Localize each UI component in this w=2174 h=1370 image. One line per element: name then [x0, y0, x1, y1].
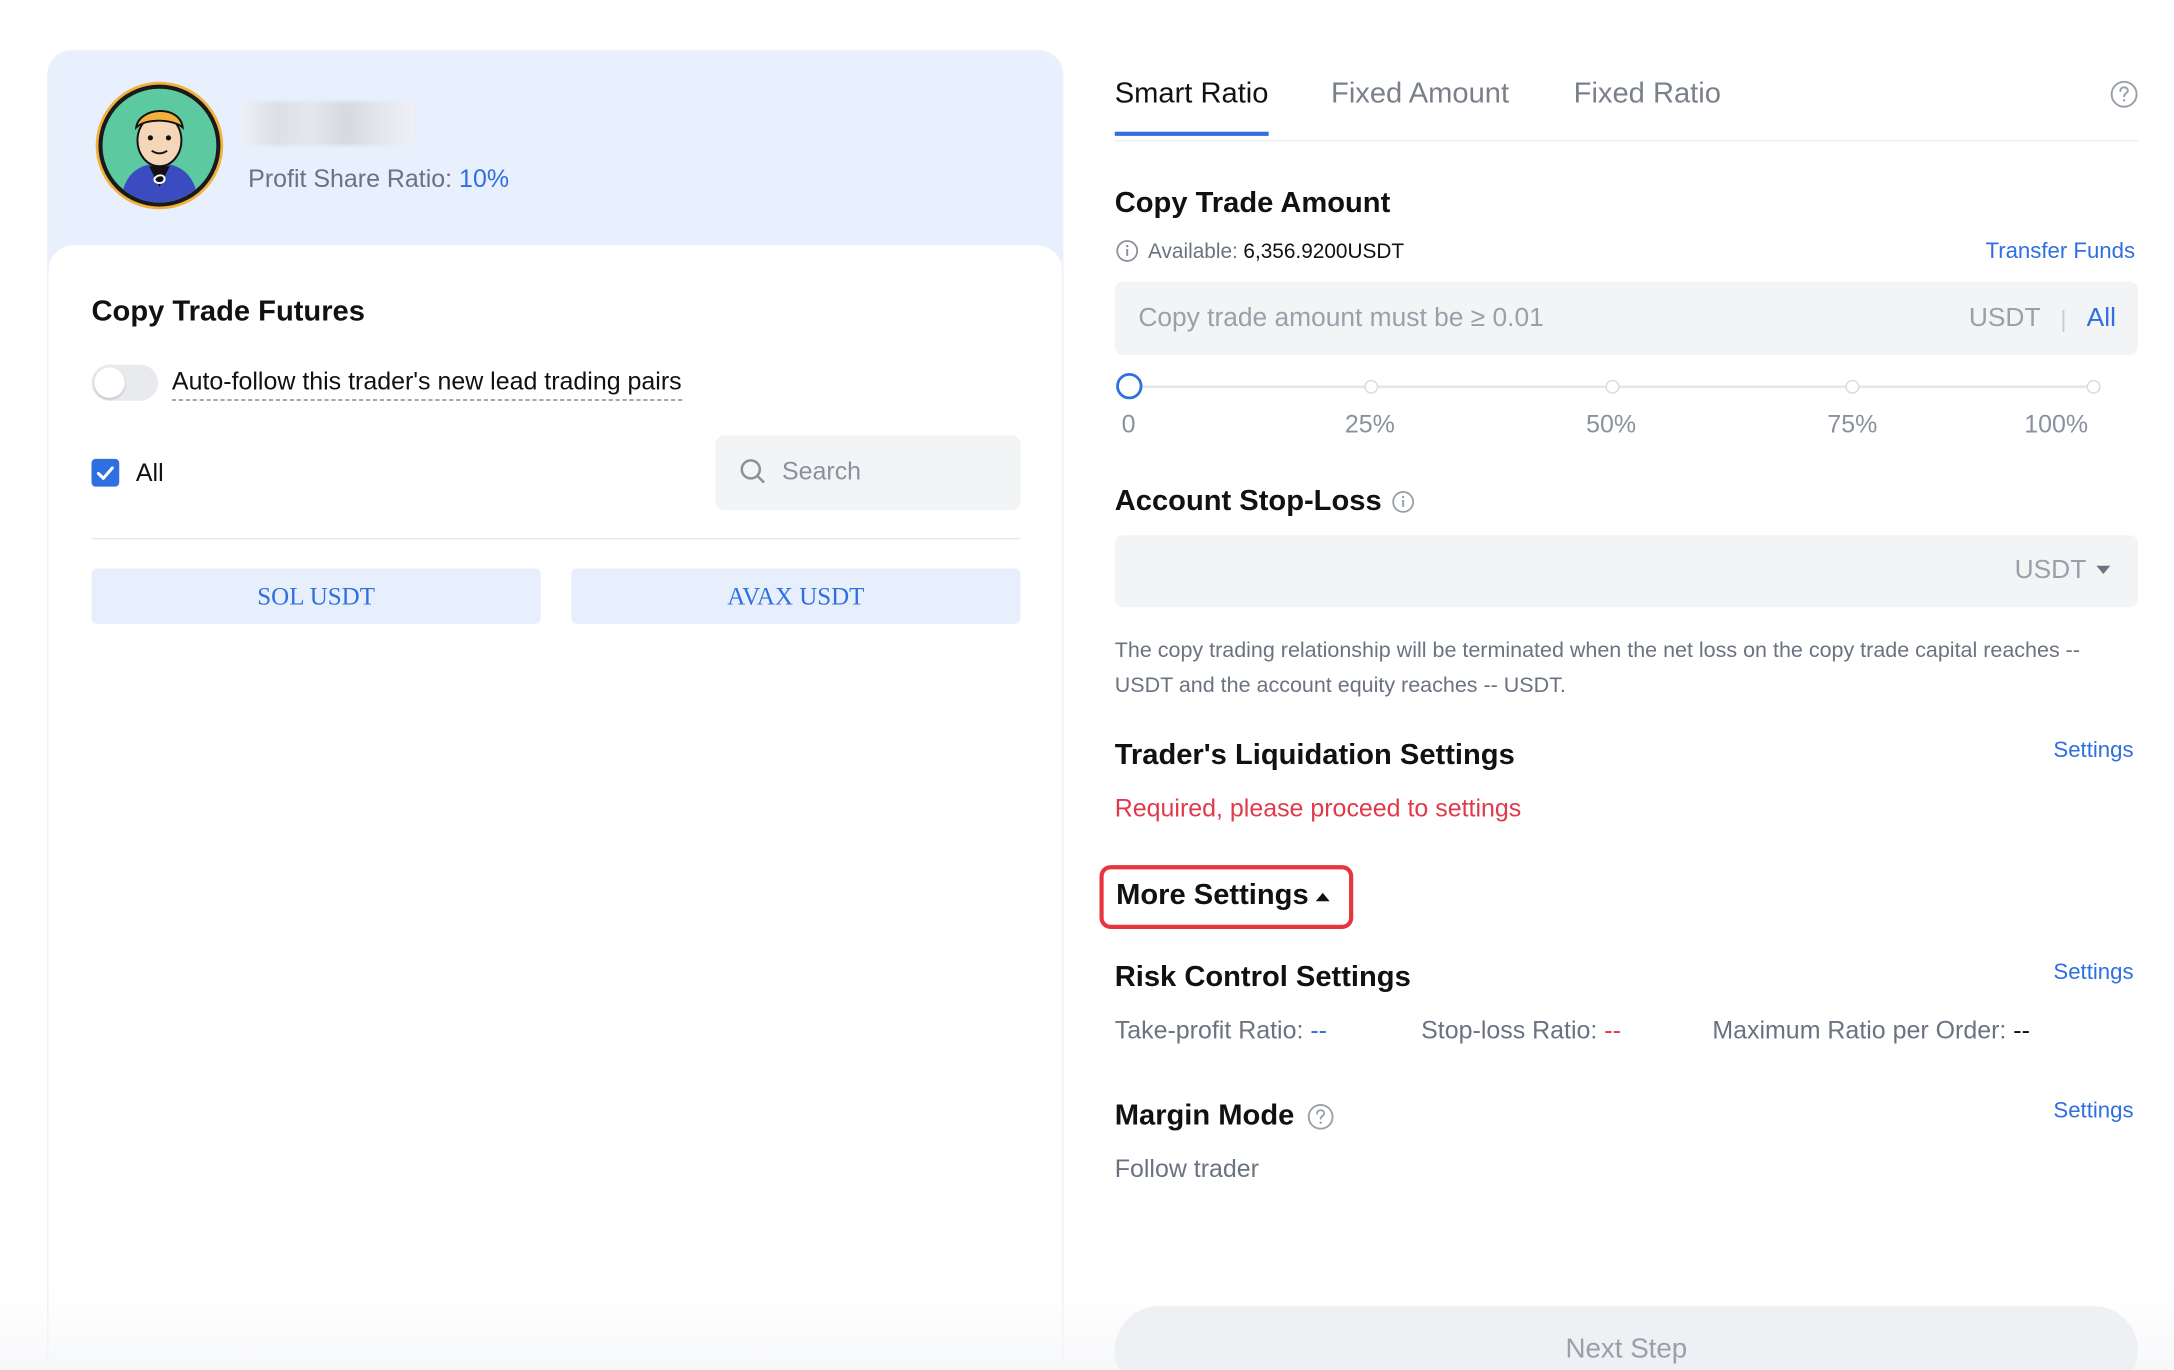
slider-label-50: 50%: [1586, 410, 1637, 439]
next-step-label: Next Step: [1565, 1333, 1688, 1365]
available-balance: Available: 6,356.9200USDT: [1115, 238, 1404, 263]
copy-amount-input[interactable]: Copy trade amount must be ≥ 0.01 USDT | …: [1114, 281, 2138, 355]
profit-share-label: Profit Share Ratio:: [248, 164, 453, 193]
risk-control-settings-link[interactable]: Settings: [2053, 961, 2133, 986]
stop-loss-input[interactable]: USDT: [1114, 535, 2138, 608]
amount-unit: USDT: [1968, 303, 2041, 333]
stop-loss-title: Account Stop-Loss: [1114, 485, 1382, 518]
amount-placeholder: Copy trade amount must be ≥ 0.01: [1138, 303, 1544, 333]
liquidation-settings-link[interactable]: Settings: [2053, 739, 2133, 764]
slider-label-75: 75%: [1827, 410, 1878, 439]
margin-mode-header: Margin Mode: [1115, 1099, 1335, 1132]
slider-mark-25[interactable]: [1364, 379, 1379, 394]
slider-mark-75[interactable]: [1845, 379, 1860, 394]
all-pairs-checkbox[interactable]: [91, 458, 120, 487]
max-ratio-label: Maximum Ratio per Order:: [1712, 1016, 2007, 1045]
tab-smart-ratio[interactable]: Smart Ratio: [1114, 78, 1268, 136]
slider-label-0: 0: [1121, 410, 1136, 439]
divider: [91, 537, 1021, 540]
pair-chip-sol-usdt[interactable]: SOL USDT: [91, 568, 541, 624]
stop-loss-ratio-label: Stop-loss Ratio:: [1421, 1016, 1598, 1045]
margin-mode-value: Follow trader: [1114, 1154, 1260, 1183]
liquidation-required-warning: Required, please proceed to settings: [1114, 794, 1522, 823]
copy-trade-setup-page: Profit Share Ratio: 10% Copy Trade Futur…: [0, 0, 2174, 1370]
max-all-button[interactable]: All: [2087, 304, 2116, 335]
separator: |: [2060, 306, 2067, 333]
copy-mode-tabs: Smart Ratio Fixed Amount Fixed Ratio: [1114, 72, 2138, 142]
toggle-knob: [94, 367, 125, 398]
info-icon: [1116, 240, 1139, 262]
help-icon[interactable]: [1305, 1102, 1334, 1131]
trader-name-blurred: [242, 101, 415, 146]
transfer-funds-link[interactable]: Transfer Funds: [1985, 240, 2135, 265]
copy-trade-futures-section: Copy Trade Futures Auto-follow this trad…: [48, 245, 1063, 1370]
max-ratio-value: --: [2013, 1016, 2030, 1045]
profit-share-value: 10%: [459, 164, 510, 193]
stop-loss-unit: USDT: [2014, 555, 2087, 586]
checkmark-icon: [96, 466, 114, 480]
auto-follow-toggle[interactable]: [91, 364, 159, 401]
pair-chip-avax-usdt[interactable]: AVAX USDT: [571, 568, 1021, 624]
help-icon[interactable]: [2109, 79, 2140, 110]
available-label: Available:: [1148, 239, 1238, 263]
next-step-button[interactable]: Next Step: [1114, 1306, 2138, 1370]
slider-label-100: 100%: [2024, 410, 2089, 439]
caret-up-icon: [1315, 892, 1330, 902]
tab-fixed-ratio[interactable]: Fixed Ratio: [1574, 78, 1721, 111]
trader-avatar: [98, 84, 221, 207]
slider-handle[interactable]: [1116, 372, 1143, 400]
search-icon: [740, 459, 765, 484]
margin-mode-title: Margin Mode: [1114, 1099, 1295, 1132]
max-ratio-per-order: Maximum Ratio per Order: --: [1712, 1016, 2030, 1045]
all-pairs-label: All: [135, 458, 164, 487]
more-settings-label: More Settings: [1116, 879, 1309, 911]
account-stop-loss-header: Account Stop-Loss: [1115, 485, 1415, 518]
pair-search-input[interactable]: Search: [715, 435, 1021, 511]
risk-control-title: Risk Control Settings: [1114, 960, 1411, 993]
take-profit-label: Take-profit Ratio:: [1114, 1016, 1304, 1045]
slider-label-25: 25%: [1344, 410, 1395, 439]
slider-mark-100[interactable]: [2086, 379, 2101, 394]
stop-loss-note: The copy trading relationship will be te…: [1114, 639, 2080, 698]
profit-share-ratio: Profit Share Ratio: 10%: [248, 165, 509, 194]
chevron-down-icon[interactable]: [2096, 565, 2111, 575]
stop-loss-ratio-value: --: [1604, 1016, 1621, 1045]
take-profit-value: --: [1310, 1016, 1327, 1045]
liquidation-settings-title: Trader's Liquidation Settings: [1114, 739, 1515, 771]
stop-loss-ratio: Stop-loss Ratio: --: [1421, 1016, 1621, 1045]
tab-fixed-amount[interactable]: Fixed Amount: [1331, 78, 1509, 111]
trader-panel: Profit Share Ratio: 10% Copy Trade Futur…: [47, 49, 1064, 1370]
slider-mark-50[interactable]: [1605, 379, 1620, 394]
margin-mode-settings-link[interactable]: Settings: [2053, 1099, 2133, 1124]
section-title: Copy Trade Futures: [91, 295, 365, 328]
more-settings-toggle[interactable]: More Settings: [1099, 865, 1354, 929]
trader-header: Profit Share Ratio: 10%: [48, 51, 1063, 274]
auto-follow-label: Auto-follow this trader's new lead tradi…: [171, 367, 682, 401]
cartoon-avatar-icon: [102, 88, 217, 203]
take-profit-ratio: Take-profit Ratio: --: [1115, 1016, 1327, 1045]
info-icon[interactable]: [1390, 489, 1415, 514]
search-placeholder: Search: [781, 457, 862, 486]
available-value: 6,356.9200USDT: [1243, 239, 1405, 263]
copy-trade-amount-title: Copy Trade Amount: [1114, 187, 1391, 220]
